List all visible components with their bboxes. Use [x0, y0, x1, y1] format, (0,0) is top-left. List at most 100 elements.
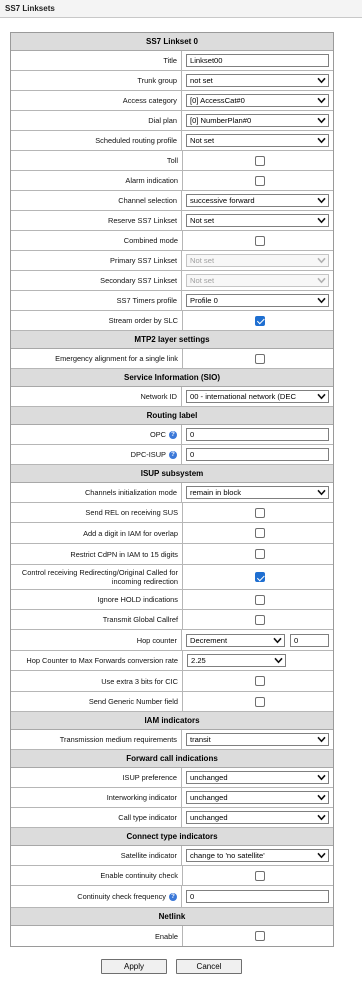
hop-conversion-label: Hop Counter to Max Forwards conversion r… — [11, 651, 183, 670]
row-dpc-isup: DPC-ISUP? 0 — [11, 445, 333, 465]
chevron-down-icon — [317, 852, 326, 859]
network-id-label: Network ID — [11, 387, 182, 406]
control-redirecting-label: Control receiving Redirecting/Original C… — [11, 565, 183, 589]
satellite-indicator-label: Satellite indicator — [11, 846, 182, 865]
section-header-sio: Service Information (SIO) — [11, 369, 333, 387]
send-generic-number-label: Send Generic Number field — [11, 692, 183, 711]
transmit-callref-checkbox[interactable] — [255, 614, 265, 625]
row-transmit-callref: Transmit Global Callref — [11, 610, 333, 630]
chevron-down-icon — [317, 794, 326, 801]
row-combined-mode: Combined mode — [11, 231, 333, 251]
hop-counter-input[interactable]: 0 — [290, 633, 329, 647]
chevron-down-icon — [317, 77, 326, 84]
row-trunk-group: Trunk group not set — [11, 71, 333, 91]
hop-counter-select[interactable]: Decrement — [186, 633, 285, 647]
send-rel-sus-checkbox[interactable] — [255, 507, 265, 518]
channels-init-mode-label: Channels initialization mode — [11, 483, 182, 502]
row-alarm-indication: Alarm indication — [11, 171, 333, 191]
continuity-check-checkbox[interactable] — [255, 870, 265, 881]
opc-label: OPC? — [11, 425, 182, 444]
row-hop-counter: Hop counter Decrement 0 — [11, 630, 333, 651]
row-scheduled-routing: Scheduled routing profile Not set — [11, 131, 333, 151]
chevron-down-icon — [317, 197, 326, 204]
alarm-indication-checkbox[interactable] — [255, 175, 265, 186]
ignore-hold-checkbox[interactable] — [255, 594, 265, 605]
add-digit-iam-checkbox[interactable] — [255, 528, 265, 538]
help-icon[interactable]: ? — [169, 892, 177, 901]
row-ignore-hold: Ignore HOLD indications — [11, 590, 333, 610]
dpc-isup-input[interactable]: 0 — [186, 448, 329, 461]
row-continuity-check: Enable continuity check — [11, 866, 333, 886]
dial-plan-select[interactable]: [0] NumberPlan#0 — [186, 114, 329, 127]
isup-preference-label: ISUP preference — [11, 768, 182, 787]
row-channel-selection: Channel selection successive forward — [11, 191, 333, 211]
satellite-indicator-select[interactable]: change to 'no satellite' — [186, 849, 329, 862]
primary-linkset-select: Not set — [186, 254, 329, 267]
row-add-digit-iam: Add a digit in IAM for overlap — [11, 523, 333, 544]
reserve-linkset-label: Reserve SS7 Linkset — [11, 211, 182, 230]
opc-input[interactable]: 0 — [186, 428, 329, 441]
hop-conversion-select[interactable]: 2.25 — [187, 654, 286, 667]
chevron-down-icon — [317, 774, 326, 781]
interworking-indicator-select[interactable]: unchanged — [186, 791, 329, 804]
trunk-group-select[interactable]: not set — [186, 74, 329, 87]
timers-profile-select[interactable]: Profile 0 — [186, 294, 329, 307]
toll-checkbox[interactable] — [255, 155, 265, 166]
chevron-down-icon — [317, 217, 326, 224]
channel-selection-label: Channel selection — [11, 191, 182, 210]
title-input[interactable]: Linkset00 — [186, 54, 329, 67]
network-id-select[interactable]: 00 - international network (DEC — [186, 390, 329, 403]
row-opc: OPC? 0 — [11, 425, 333, 445]
timers-profile-label: SS7 Timers profile — [11, 291, 182, 310]
row-hop-conversion: Hop Counter to Max Forwards conversion r… — [11, 651, 333, 671]
netlink-enable-label: Enable — [11, 926, 183, 946]
continuity-frequency-input[interactable]: 0 — [186, 890, 329, 903]
channels-init-mode-select[interactable]: remain in block — [186, 486, 329, 499]
chevron-down-icon — [317, 489, 326, 496]
row-extra-bits-cic: Use extra 3 bits for CIC — [11, 671, 333, 692]
help-icon[interactable]: ? — [169, 430, 177, 439]
row-channels-init-mode: Channels initialization mode remain in b… — [11, 483, 333, 503]
cancel-button[interactable]: Cancel — [176, 959, 242, 974]
isup-preference-select[interactable]: unchanged — [186, 771, 329, 784]
chevron-down-icon — [273, 637, 282, 643]
control-redirecting-checkbox[interactable] — [255, 572, 265, 582]
stream-order-checkbox[interactable] — [255, 315, 265, 326]
extra-bits-cic-checkbox[interactable] — [255, 676, 265, 686]
chevron-down-icon — [317, 117, 326, 124]
linkset-form: SS7 Linkset 0 Title Linkset00 Trunk grou… — [10, 32, 334, 947]
reserve-linkset-select[interactable]: Not set — [186, 214, 329, 227]
access-category-select[interactable]: [0] AccessCat#0 — [186, 94, 329, 107]
transmission-medium-select[interactable]: transit — [186, 733, 329, 746]
restrict-cdpn-checkbox[interactable] — [255, 549, 265, 559]
stream-order-label: Stream order by SLC — [11, 311, 183, 330]
channel-selection-select[interactable]: successive forward — [186, 194, 329, 207]
apply-button[interactable]: Apply — [101, 959, 167, 974]
emergency-alignment-checkbox[interactable] — [255, 353, 265, 364]
row-access-category: Access category [0] AccessCat#0 — [11, 91, 333, 111]
dpc-isup-label: DPC-ISUP? — [11, 445, 182, 464]
row-timers-profile: SS7 Timers profile Profile 0 — [11, 291, 333, 311]
row-stream-order: Stream order by SLC — [11, 311, 333, 331]
call-type-indicator-select[interactable]: unchanged — [186, 811, 329, 824]
restrict-cdpn-label: Restrict CdPN in IAM to 15 digits — [11, 544, 183, 564]
row-emergency-alignment: Emergency alignment for a single link — [11, 349, 333, 369]
alarm-indication-label: Alarm indication — [11, 171, 183, 190]
combined-mode-checkbox[interactable] — [255, 235, 265, 246]
send-generic-number-checkbox[interactable] — [255, 696, 265, 707]
chevron-down-icon — [317, 257, 326, 264]
scheduled-routing-select[interactable]: Not set — [186, 134, 329, 147]
add-digit-iam-label: Add a digit in IAM for overlap — [11, 523, 183, 543]
row-dial-plan: Dial plan [0] NumberPlan#0 — [11, 111, 333, 131]
netlink-enable-checkbox[interactable] — [255, 931, 265, 941]
help-icon[interactable]: ? — [169, 450, 177, 459]
row-network-id: Network ID 00 - international network (D… — [11, 387, 333, 407]
section-header-isup: ISUP subsystem — [11, 465, 333, 483]
chevron-down-icon — [317, 137, 326, 144]
transmission-medium-label: Transmission medium requirements — [11, 730, 182, 749]
dial-plan-label: Dial plan — [11, 111, 182, 130]
section-header-connect: Connect type indicators — [11, 828, 333, 846]
emergency-alignment-label: Emergency alignment for a single link — [11, 349, 183, 368]
hop-counter-label: Hop counter — [11, 630, 182, 650]
row-restrict-cdpn: Restrict CdPN in IAM to 15 digits — [11, 544, 333, 565]
